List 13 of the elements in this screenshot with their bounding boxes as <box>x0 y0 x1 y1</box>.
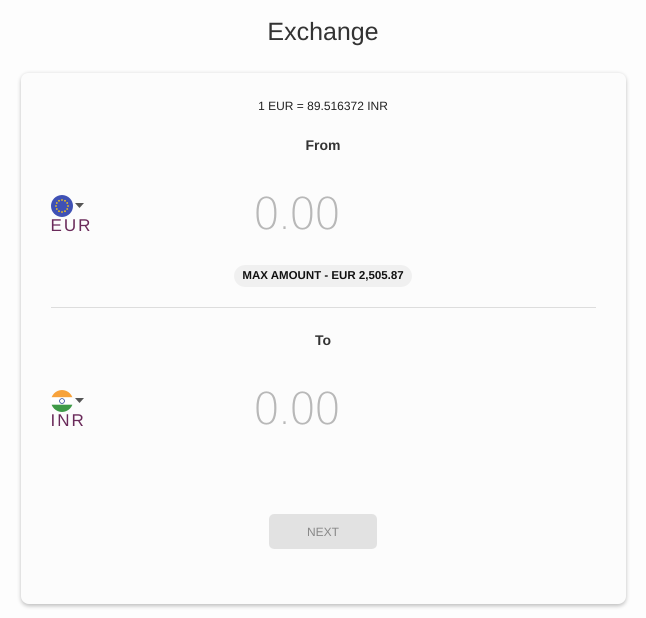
flag-icon <box>50 390 72 412</box>
currency-picker[interactable]: EUR <box>50 194 110 234</box>
caret-icon <box>74 398 84 403</box>
caret-icon <box>74 203 84 208</box>
section-label: To <box>314 332 332 348</box>
max-amount-chip[interactable]: MAX AMOUNT - EUR 2,505.87 <box>234 265 412 287</box>
amount-field[interactable]: 0.00 <box>110 382 480 436</box>
exchange-rate: 1 EUR = 89.516372 INR <box>258 99 388 113</box>
section-label: From <box>306 137 340 153</box>
flag-icon <box>50 194 72 216</box>
currency-picker[interactable]: INR <box>50 390 110 428</box>
amount-field[interactable]: 0.00 <box>110 188 480 240</box>
page-title: Exchange <box>267 18 379 48</box>
